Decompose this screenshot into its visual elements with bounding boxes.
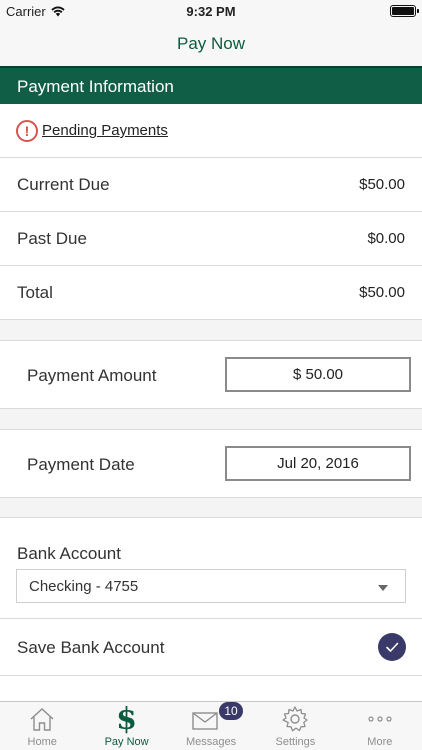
tab-more-label: More	[367, 736, 393, 748]
tab-more[interactable]: More	[338, 702, 422, 750]
pending-payments-link[interactable]: Pending Payments	[42, 122, 168, 139]
past-due-row: Past Due $0.00	[0, 212, 422, 266]
section-divider	[0, 409, 422, 430]
chevron-down-icon	[378, 585, 388, 591]
payment-date-label: Payment Date	[27, 455, 135, 474]
pending-payments-row[interactable]: ! Pending Payments	[0, 104, 422, 158]
past-due-label: Past Due	[17, 229, 87, 248]
status-bar: Carrier 9:32 PM	[0, 0, 422, 22]
bank-account-row: Bank Account Checking - 4755	[0, 518, 422, 619]
gear-icon	[282, 706, 309, 732]
payment-amount-label: Payment Amount	[27, 366, 157, 385]
tab-pay-now[interactable]: $ Pay Now	[84, 702, 168, 750]
checkmark-icon	[386, 642, 399, 652]
messages-badge: 10	[219, 702, 244, 720]
tab-messages-label: Messages	[185, 736, 237, 748]
current-due-row: Current Due $50.00	[0, 158, 422, 212]
total-value: $50.00	[359, 284, 405, 301]
bank-account-selected-value: Checking - 4755	[29, 578, 139, 595]
payment-amount-row: Payment Amount $ 50.00	[0, 341, 422, 409]
tab-settings-label: Settings	[275, 736, 316, 748]
dollar-icon: $	[116, 702, 138, 737]
section-title: Payment Information	[17, 77, 174, 96]
section-divider	[0, 498, 422, 518]
tab-pay-now-label: Pay Now	[104, 736, 149, 748]
past-due-value: $0.00	[367, 230, 405, 247]
more-icon	[368, 716, 392, 722]
current-due-value: $50.00	[359, 176, 405, 193]
tab-bar: Home $ Pay Now 10 Messages Settings More	[0, 701, 422, 750]
total-label: Total	[17, 283, 53, 302]
save-bank-account-label: Save Bank Account	[17, 638, 165, 657]
payment-date-input[interactable]: Jul 20, 2016	[225, 446, 411, 481]
envelope-icon	[192, 712, 218, 730]
payment-date-row: Payment Date Jul 20, 2016	[0, 430, 422, 498]
total-row: Total $50.00	[0, 266, 422, 320]
tab-home[interactable]: Home	[0, 702, 84, 750]
section-header: Payment Information	[0, 66, 422, 104]
page-title: Pay Now	[176, 34, 246, 53]
payment-amount-input[interactable]: $ 50.00	[225, 357, 411, 392]
status-time: 9:32 PM	[186, 4, 236, 19]
tab-messages[interactable]: 10 Messages	[169, 702, 253, 750]
save-bank-account-checkbox[interactable]	[378, 633, 406, 661]
bank-account-label: Bank Account	[17, 544, 121, 563]
tab-home-label: Home	[27, 736, 57, 748]
navigation-bar: Pay Now	[0, 22, 422, 66]
save-bank-account-row: Save Bank Account	[0, 619, 422, 676]
alert-circle-icon: !	[16, 119, 38, 142]
tab-settings[interactable]: Settings	[253, 702, 337, 750]
current-due-label: Current Due	[17, 175, 110, 194]
home-icon	[30, 708, 54, 731]
section-divider	[0, 320, 422, 341]
battery-icon	[390, 5, 419, 17]
bank-account-select[interactable]: Checking - 4755	[16, 569, 406, 603]
